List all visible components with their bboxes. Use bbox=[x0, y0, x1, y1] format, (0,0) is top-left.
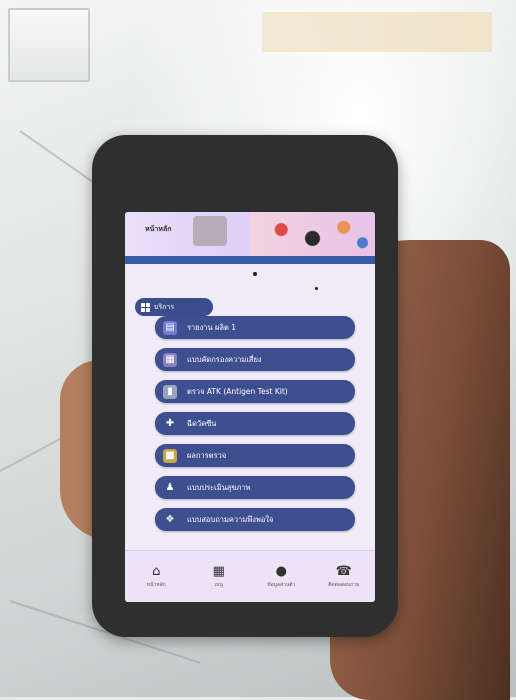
document-icon: ▤ bbox=[163, 320, 177, 335]
home-icon: ⌂ bbox=[152, 564, 161, 579]
header-title: หน้าหลัก bbox=[145, 225, 172, 233]
menu-item-result[interactable]: ■ ผลการตรวจ bbox=[155, 444, 355, 467]
nav-home[interactable]: ⌂ หน้าหลัก bbox=[131, 565, 181, 589]
menu-item-atk-test[interactable]: ▮ ตรวจ ATK (Antigen Test Kit) bbox=[155, 380, 355, 403]
person-check-icon: ♟ bbox=[165, 482, 175, 493]
user-icon: ● bbox=[275, 564, 287, 579]
nav-label: ติดต่อสอบถาม bbox=[328, 582, 360, 588]
app-header: หน้าหลัก bbox=[125, 212, 375, 256]
header-banner-image bbox=[250, 212, 375, 256]
indicator-dot bbox=[253, 272, 257, 276]
menu-item-report[interactable]: ▤ รายงาน ผลิต 1 bbox=[155, 316, 355, 339]
background-rug bbox=[262, 12, 492, 52]
nav-label: หน้าหลัก bbox=[146, 582, 166, 588]
support-icon: ☎ bbox=[335, 564, 352, 579]
section-label: บริการ bbox=[154, 302, 175, 311]
menu-item-label: แบบสอบถามความพึงพอใจ bbox=[187, 514, 274, 524]
menu-item-label: ผลการตรวจ bbox=[187, 450, 227, 460]
menu-item-vaccine[interactable]: ✚ ฉีดวัคซีน bbox=[155, 412, 355, 435]
nav-contact[interactable]: ☎ ติดต่อสอบถาม bbox=[319, 565, 369, 589]
header-strip bbox=[125, 256, 375, 264]
nav-label: เมนู bbox=[214, 582, 223, 588]
nav-profile[interactable]: ● ข้อมูลส่วนตัว bbox=[256, 565, 306, 589]
clipboard-icon: ▦ bbox=[163, 352, 177, 367]
test-kit-icon: ▮ bbox=[163, 384, 177, 399]
indicator-dot bbox=[315, 287, 318, 290]
vaccine-icon: ✚ bbox=[165, 418, 175, 429]
nav-menu[interactable]: ▦ เมนู bbox=[194, 565, 244, 589]
menu-item-health-assessment[interactable]: ♟ แบบประเมินสุขภาพ bbox=[155, 476, 355, 499]
bottom-navigation: ⌂ หน้าหลัก ▦ เมนู ● ข้อมูลส่วนตัว ☎ ติดต… bbox=[125, 550, 375, 602]
survey-icon: ❖ bbox=[165, 514, 175, 525]
nav-label: ข้อมูลส่วนตัว bbox=[267, 582, 296, 588]
service-menu: ▤ รายงาน ผลิต 1 ▦ แบบคัดกรองความเสี่ยง ▮… bbox=[155, 316, 355, 540]
result-icon: ■ bbox=[163, 448, 177, 463]
phone-screen: หน้าหลัก บริการ ▤ รายงาน ผลิต 1 ▦ แบบคัด… bbox=[125, 212, 375, 602]
menu-item-label: แบบประเมินสุขภาพ bbox=[187, 482, 251, 492]
menu-item-screening[interactable]: ▦ แบบคัดกรองความเสี่ยง bbox=[155, 348, 355, 371]
menu-item-label: แบบคัดกรองความเสี่ยง bbox=[187, 354, 262, 364]
section-services-tab[interactable]: บริการ bbox=[135, 298, 213, 316]
menu-item-label: รายงาน ผลิต 1 bbox=[187, 322, 237, 332]
menu-item-label: ฉีดวัคซีน bbox=[187, 418, 217, 428]
menu-item-label: ตรวจ ATK (Antigen Test Kit) bbox=[187, 386, 288, 396]
grid-icon bbox=[141, 302, 150, 312]
background-window bbox=[8, 8, 90, 82]
avatar[interactable] bbox=[193, 216, 227, 246]
grid-icon: ▦ bbox=[212, 564, 225, 579]
menu-item-survey[interactable]: ❖ แบบสอบถามความพึงพอใจ bbox=[155, 508, 355, 531]
